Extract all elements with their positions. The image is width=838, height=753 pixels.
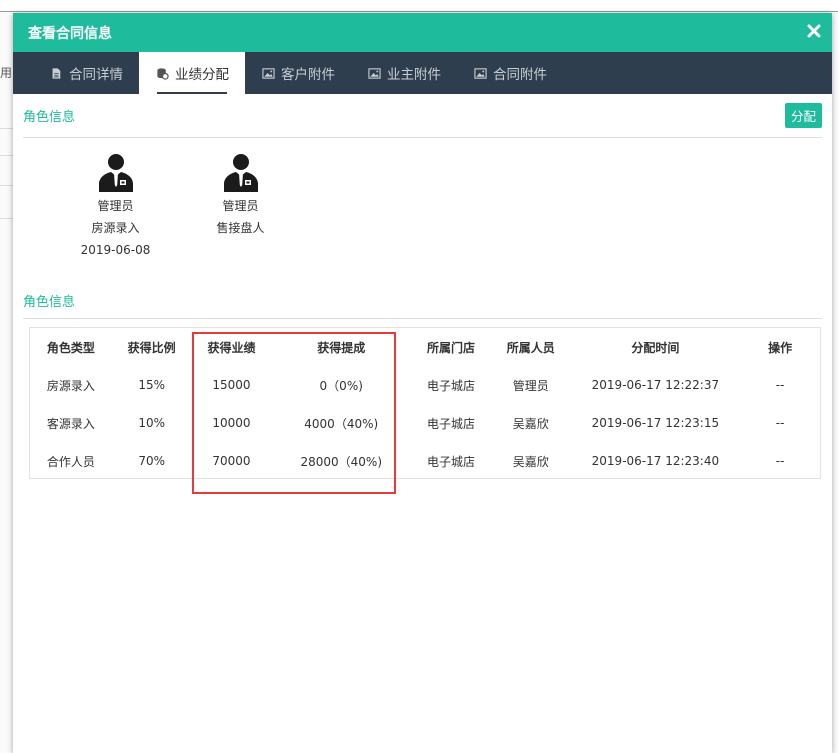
column-header: 获得比例	[127, 340, 176, 355]
close-icon[interactable]	[806, 23, 822, 39]
table-cell: 70000	[212, 454, 251, 468]
background-divider	[0, 128, 14, 129]
table-row: 房源录入 15% 15000 0（0%) 电子城店 管理员 2019-06-17…	[30, 366, 820, 404]
allocation-table: 角色类型 获得比例 获得业绩 获得提成 所属门店 所属人员 分配时间 操作 房源…	[30, 328, 820, 480]
tab-contract-details[interactable]: 合同详情	[33, 52, 139, 94]
table-header-row: 角色类型 获得比例 获得业绩 获得提成 所属门店 所属人员 分配时间 操作	[30, 328, 820, 366]
background-divider	[0, 155, 14, 156]
background-fragment-text: 用	[0, 66, 13, 80]
table-cell: 10000	[212, 416, 251, 430]
assign-button[interactable]: 分配	[784, 103, 822, 128]
table-row: 客源录入 10% 10000 4000（40%) 电子城店 吴嘉欣 2019-0…	[30, 404, 820, 442]
section-title: 角色信息	[23, 295, 76, 310]
role-user-name: 管理员	[222, 199, 259, 213]
tab-bar: 合同详情 业绩分配 客户附件 业主附件 合同附件	[13, 52, 832, 94]
tab-label: 合同详情	[69, 67, 123, 83]
table-cell: 吴嘉欣	[512, 416, 549, 431]
column-header: 获得业绩	[207, 340, 256, 355]
table-cell: 15%	[138, 378, 165, 392]
role-card: 管理员 售接盘人	[178, 152, 303, 283]
table-cell: 客源录入	[46, 416, 95, 431]
table-cell: 电子城店	[426, 378, 475, 393]
table-cell: 管理员	[512, 378, 549, 393]
row-action: --	[775, 416, 785, 430]
table-cell: 2019-06-17 12:22:37	[591, 378, 720, 392]
role-cards: 管理员 房源录入 2019-06-08 管理员 售接盘人	[13, 138, 832, 283]
tab-customer-attachments[interactable]: 客户附件	[245, 52, 351, 94]
column-header: 所属人员	[506, 340, 555, 355]
table-cell: 10%	[138, 416, 165, 430]
user-avatar-icon	[98, 154, 133, 192]
tab-label: 合同附件	[493, 67, 547, 83]
table-cell: 2019-06-17 12:23:15	[591, 416, 720, 430]
table-cell: 合作人员	[46, 454, 95, 469]
table-cell: 电子城店	[426, 454, 475, 469]
role-type: 售接盘人	[216, 221, 265, 235]
column-header: 角色类型	[46, 340, 95, 355]
table-cell: 0（0%)	[319, 378, 363, 393]
allocation-section-header: 角色信息	[23, 283, 822, 319]
tab-owner-attachments[interactable]: 业主附件	[351, 52, 457, 94]
role-type: 房源录入	[91, 221, 140, 235]
tab-label: 业主附件	[387, 67, 441, 83]
column-header: 操作	[768, 340, 793, 355]
tab-label: 客户附件	[281, 67, 335, 83]
table-cell: 4000（40%)	[304, 416, 379, 431]
user-avatar-icon	[223, 154, 258, 192]
background-divider	[0, 218, 14, 219]
document-icon	[49, 66, 63, 80]
tab-label: 业绩分配	[175, 67, 229, 83]
image-icon	[261, 66, 275, 80]
row-action: --	[775, 454, 785, 468]
background-topbar	[0, 0, 838, 12]
image-icon	[367, 66, 381, 80]
background-divider	[0, 185, 14, 186]
table-cell: 70%	[138, 454, 165, 468]
role-card: 管理员 房源录入 2019-06-08	[53, 152, 178, 283]
row-action: --	[775, 378, 785, 392]
role-user-name: 管理员	[97, 199, 134, 213]
modal-header: 查看合同信息	[13, 13, 832, 52]
tab-contract-attachments[interactable]: 合同附件	[457, 52, 563, 94]
allocation-section: 角色信息 角色类型 获得比例 获得业绩 获得提成 所属门店 所属人员 分配时间	[13, 283, 832, 479]
modal-title: 查看合同信息	[28, 25, 112, 42]
table-row: 合作人员 70% 70000 28000（40%) 电子城店 吴嘉欣 2019-…	[30, 442, 820, 480]
table-cell: 吴嘉欣	[512, 454, 549, 469]
tab-performance-allocation[interactable]: 业绩分配	[139, 52, 245, 94]
table-cell: 15000	[212, 378, 251, 392]
column-header: 分配时间	[631, 340, 680, 355]
contract-info-modal: 查看合同信息 合同详情 业绩分配 客户附件 业主附件 合同附件 角色信息 分配 …	[13, 13, 832, 753]
table-cell: 28000（40%)	[300, 454, 382, 469]
coins-icon	[155, 66, 169, 80]
section-title: 角色信息	[23, 110, 76, 125]
column-header: 所属门店	[426, 340, 475, 355]
allocation-table-container: 角色类型 获得比例 获得业绩 获得提成 所属门店 所属人员 分配时间 操作 房源…	[29, 327, 821, 479]
role-date: 2019-06-08	[80, 243, 151, 257]
table-cell: 2019-06-17 12:23:40	[591, 454, 720, 468]
table-cell: 电子城店	[426, 416, 475, 431]
roles-section-header: 角色信息 分配	[23, 94, 822, 138]
table-cell: 房源录入	[46, 378, 95, 393]
image-icon	[473, 66, 487, 80]
column-header: 获得提成	[317, 340, 366, 355]
